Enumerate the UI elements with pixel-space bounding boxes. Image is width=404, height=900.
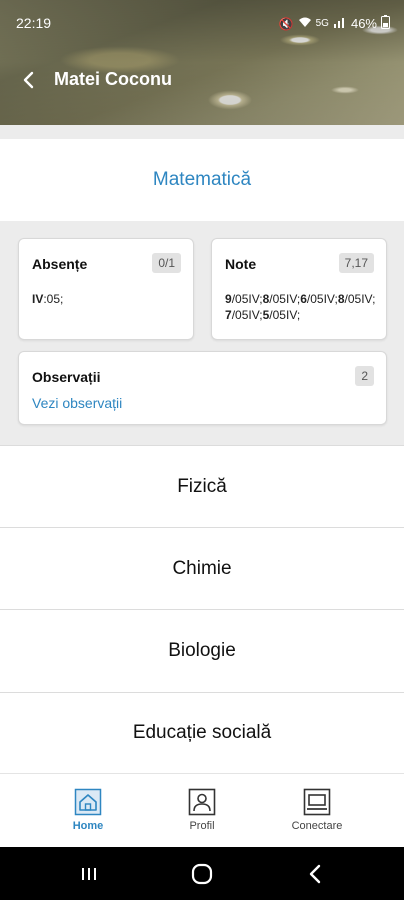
app-bar: Matei Coconu xyxy=(0,58,404,102)
laptop-icon xyxy=(303,788,331,816)
note-title: Note xyxy=(225,256,257,272)
subject-row-matematica[interactable]: Matematică xyxy=(0,139,404,221)
grade-value: 9 xyxy=(225,292,232,306)
grade-value: 8 xyxy=(337,292,345,306)
recent-apps-button[interactable] xyxy=(74,861,104,887)
absente-term: IV xyxy=(32,292,44,306)
note-badge: 7,17 xyxy=(338,253,374,273)
note-list: 9/05IV;8/05IV;6/05IV;8/05IV;7/05IV;5/05I… xyxy=(225,291,376,323)
subject-row-fizica[interactable]: Fizică xyxy=(0,446,404,527)
subjects-list[interactable]: Matematică Absențe 0/1 IV:05; Note 7,17 … xyxy=(0,125,404,773)
battery-level: 46% xyxy=(350,16,377,31)
status-time: 22:19 xyxy=(16,15,52,31)
grade-date: /05IV; xyxy=(231,308,263,322)
nav-conectare-label: Conectare xyxy=(291,820,343,832)
absente-title: Absențe xyxy=(32,256,88,272)
subject-label: Educație socială xyxy=(132,722,272,743)
subject-label: Chimie xyxy=(172,557,232,579)
grade-date: /05IV; xyxy=(231,292,263,306)
subject-label: Biologie xyxy=(168,640,236,661)
nav-home[interactable]: Home xyxy=(38,788,138,832)
top-spacer xyxy=(0,125,404,139)
back-system-button[interactable] xyxy=(300,861,330,887)
signal-icon xyxy=(333,16,347,31)
home-system-button[interactable] xyxy=(187,861,217,887)
status-icons: 🔇 5G 46% xyxy=(279,15,390,32)
nav-profil-label: Profil xyxy=(189,820,215,832)
view-observations-link[interactable]: Vezi observații xyxy=(32,395,122,411)
page-title: Matei Coconu xyxy=(54,69,173,89)
subject-label: Matematică xyxy=(152,169,252,190)
absente-badge: 0/1 xyxy=(152,253,181,273)
grade-date: /05IV; xyxy=(269,292,301,306)
back-chevron-icon xyxy=(309,864,321,884)
grade-value: 7 xyxy=(225,308,232,322)
back-arrow-icon xyxy=(23,71,34,89)
observatii-card[interactable]: Observații 2 Vezi observații xyxy=(18,351,387,425)
system-navigation-bar xyxy=(0,847,404,900)
subject-row-educatie-sociala[interactable]: Educație socială xyxy=(0,693,404,773)
absente-date: :05; xyxy=(43,292,64,306)
subject-details: Absențe 0/1 IV:05; Note 7,17 9/05IV;8/05… xyxy=(0,221,404,445)
observatii-badge: 2 xyxy=(355,366,374,386)
home-circle-icon xyxy=(191,863,213,885)
signal-label: 5G xyxy=(315,18,329,29)
absente-list: IV:05; xyxy=(32,291,183,307)
absente-card: Absențe 0/1 IV:05; xyxy=(18,238,194,340)
note-card: Note 7,17 9/05IV;8/05IV;6/05IV;8/05IV;7/… xyxy=(211,238,387,340)
status-bar: 22:19 🔇 5G 46% xyxy=(0,0,404,46)
subject-row-chimie[interactable]: Chimie xyxy=(0,528,404,609)
grade-date: /05IV; xyxy=(344,292,376,306)
observatii-title: Observații xyxy=(32,369,101,385)
nav-profil[interactable]: Profil xyxy=(152,788,252,832)
grade-date: /05IV; xyxy=(306,292,338,306)
subject-row-biologie[interactable]: Biologie xyxy=(0,610,404,692)
profile-icon xyxy=(188,788,216,816)
recent-apps-icon xyxy=(82,868,96,880)
subject-label: Fizică xyxy=(177,475,227,497)
grade-date: /05IV; xyxy=(269,308,301,322)
mute-icon: 🔇 xyxy=(278,16,294,31)
home-icon xyxy=(74,788,102,816)
nav-home-label: Home xyxy=(72,820,104,832)
battery-icon xyxy=(381,15,390,32)
grade-value: 6 xyxy=(300,292,307,306)
bottom-navigation: Home Profil Conectare xyxy=(0,773,404,847)
back-button[interactable] xyxy=(14,66,42,94)
header-banner: 22:19 🔇 5G 46% Matei Coconu xyxy=(0,0,404,125)
nav-conectare[interactable]: Conectare xyxy=(267,788,367,832)
wifi-icon xyxy=(298,16,312,31)
